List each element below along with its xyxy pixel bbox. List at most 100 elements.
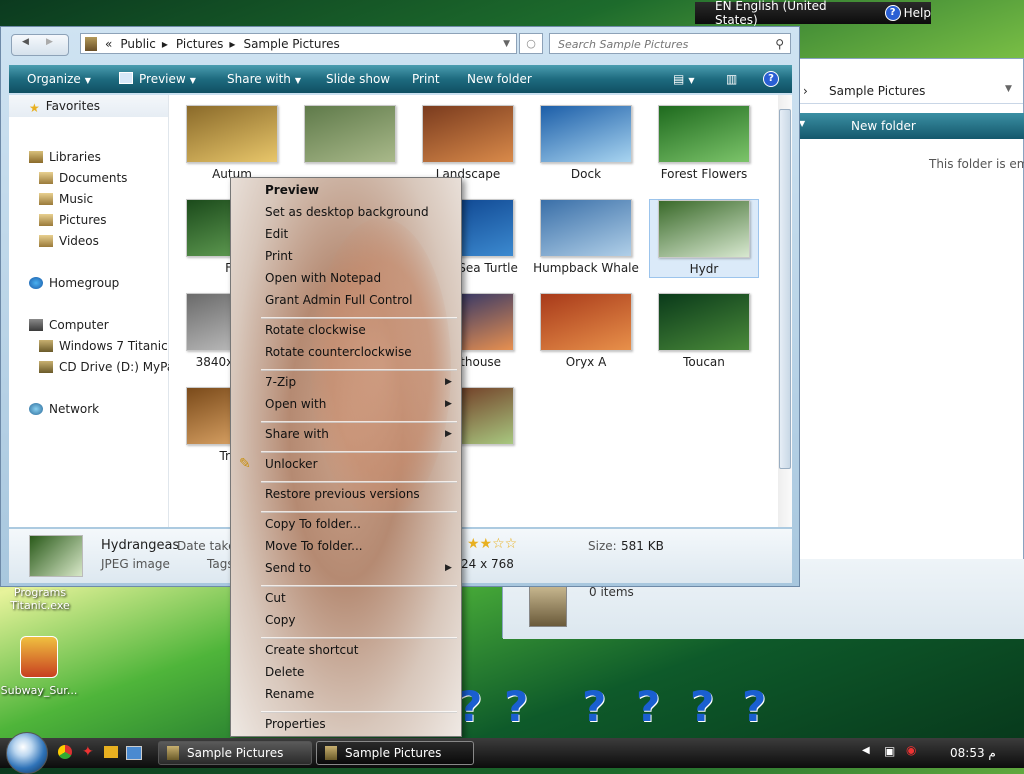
selected-file-type: JPEG image: [101, 557, 170, 571]
menu-open-with[interactable]: Open with: [265, 397, 326, 411]
desktop-icon-subway-surfers[interactable]: Subway_Sur...: [0, 636, 78, 697]
menu-copy-to-folder[interactable]: Copy To folder...: [265, 517, 361, 531]
browser-icon[interactable]: ✦: [82, 744, 94, 760]
scrollbar-thumb[interactable]: [779, 109, 791, 469]
breadcrumb-overflow[interactable]: «: [105, 37, 112, 51]
menu-rotate-clockwise[interactable]: Rotate clockwise: [265, 323, 366, 337]
forward-arrow-icon[interactable]: ▶: [46, 37, 53, 47]
rating-stars[interactable]: ★★☆☆: [467, 536, 517, 552]
refresh-button[interactable]: ○: [519, 33, 543, 54]
nav-documents[interactable]: Documents: [39, 171, 127, 185]
menu-share-with[interactable]: Share with: [265, 427, 329, 441]
chevron-down-icon[interactable]: ▼: [503, 39, 510, 49]
menu-delete[interactable]: Delete: [265, 665, 304, 679]
preview-button[interactable]: Preview ▼: [119, 72, 196, 86]
nav-pictures[interactable]: Pictures: [39, 213, 107, 227]
explorer-icon[interactable]: [126, 746, 142, 760]
file-thumbnail[interactable]: Landscape: [413, 105, 523, 182]
search-icon[interactable]: ⚲: [775, 37, 784, 51]
menu-restore-previous-versions[interactable]: Restore previous versions: [265, 487, 420, 501]
menu-move-to-folder[interactable]: Move To folder...: [265, 539, 363, 553]
folder-icon: [325, 746, 337, 760]
vertical-scrollbar[interactable]: [778, 95, 792, 527]
file-thumbnail[interactable]: Oryx A: [531, 293, 641, 370]
back-arrow-icon[interactable]: ◀: [22, 37, 29, 47]
slide-show-button[interactable]: Slide show: [326, 72, 390, 86]
menu-edit[interactable]: Edit: [265, 227, 288, 241]
media-icon[interactable]: [104, 746, 118, 758]
print-button[interactable]: Print: [412, 72, 440, 86]
file-thumbnail[interactable]: [295, 105, 405, 167]
show-hidden-icons-icon[interactable]: ◀: [862, 745, 870, 756]
breadcrumb-chevron-icon: ▸: [229, 36, 236, 51]
address-bar[interactable]: « Public ▸ Pictures ▸ Sample Pictures ▼: [80, 33, 517, 54]
file-thumbnail[interactable]: Humpback Whale: [531, 199, 641, 276]
nav-network[interactable]: Network: [29, 402, 99, 416]
nav-libraries[interactable]: Libraries: [29, 150, 101, 164]
breadcrumb-pictures[interactable]: Pictures: [176, 37, 224, 51]
menu-copy[interactable]: Copy: [265, 613, 295, 627]
file-thumbnail[interactable]: Autum: [177, 105, 287, 182]
menu-unlocker[interactable]: Unlocker: [265, 457, 318, 471]
background-new-folder-button[interactable]: New folder: [851, 119, 916, 133]
menu-separator: [261, 317, 457, 319]
background-breadcrumb[interactable]: Sample Pictures: [829, 84, 925, 98]
help-icon[interactable]: ?: [884, 5, 901, 21]
nav-videos[interactable]: Videos: [39, 234, 99, 248]
breadcrumb-public[interactable]: Public: [120, 37, 156, 51]
network-tray-icon[interactable]: ▣: [884, 744, 895, 758]
new-folder-button[interactable]: New folder: [467, 72, 532, 86]
breadcrumb-sample-pictures[interactable]: Sample Pictures: [243, 37, 339, 51]
change-view-icon[interactable]: ▤ ▼: [673, 72, 695, 86]
nav-homegroup[interactable]: Homegroup: [29, 276, 119, 290]
help-icon[interactable]: ?: [763, 71, 779, 87]
file-thumbnail[interactable]: Hydr: [649, 199, 759, 278]
menu-rename[interactable]: Rename: [265, 687, 314, 701]
search-input[interactable]: [556, 37, 760, 52]
nav-computer[interactable]: Computer: [29, 318, 109, 332]
thumbnail-image: [540, 293, 632, 351]
submenu-arrow-icon: ▶: [445, 377, 452, 387]
menu-print[interactable]: Print: [265, 249, 293, 263]
nav-favorites[interactable]: ★ Favorites: [29, 99, 100, 115]
folder-icon: [85, 36, 97, 51]
language-bar[interactable]: EN English (United States) ? Help: [695, 0, 931, 27]
thumbnail-image: [422, 105, 514, 163]
menu-cut[interactable]: Cut: [265, 591, 286, 605]
menu-properties[interactable]: Properties: [265, 717, 326, 731]
nav-music[interactable]: Music: [39, 192, 93, 206]
menu-set-desktop-background[interactable]: Set as desktop background: [265, 205, 429, 219]
menu-separator: [261, 451, 457, 453]
menu-preview[interactable]: Preview: [265, 183, 319, 197]
nav-drive-c[interactable]: Windows 7 Titanic E: [39, 339, 179, 353]
taskbar-button-sample-pictures-1[interactable]: Sample Pictures: [158, 741, 312, 765]
menu-7zip[interactable]: 7-Zip: [265, 375, 296, 389]
clock[interactable]: 08:53 م: [950, 746, 996, 760]
search-box[interactable]: ⚲: [549, 33, 791, 54]
menu-separator: [261, 585, 457, 587]
selected-file-name: Hydrangeas: [101, 538, 180, 553]
menu-create-shortcut[interactable]: Create shortcut: [265, 643, 358, 657]
preview-pane-icon[interactable]: ▥: [726, 72, 737, 86]
menu-background-image: [311, 218, 451, 518]
organize-button[interactable]: Organize ▼: [27, 72, 91, 86]
menu-rotate-counterclockwise[interactable]: Rotate counterclockwise: [265, 345, 412, 359]
menu-grant-admin[interactable]: Grant Admin Full Control: [265, 293, 412, 307]
taskbar-button-sample-pictures-2[interactable]: Sample Pictures: [316, 741, 474, 765]
menu-open-with-notepad[interactable]: Open with Notepad: [265, 271, 381, 285]
help-label[interactable]: Help: [904, 6, 931, 20]
chevron-down-icon[interactable]: ▼: [1005, 84, 1012, 94]
speaker-tray-icon[interactable]: ◉: [906, 743, 916, 757]
share-with-button[interactable]: Share with ▼: [227, 72, 301, 86]
desktop-icon-programs-titanic[interactable]: Programs Titanic.exe: [4, 586, 76, 612]
language-indicator[interactable]: EN English (United States): [715, 0, 873, 27]
star-icon: ★: [29, 101, 40, 115]
zip-archive-icon: [529, 585, 567, 627]
file-thumbnail[interactable]: Dock: [531, 105, 641, 182]
file-thumbnail[interactable]: Forest Flowers: [649, 105, 759, 182]
menu-send-to[interactable]: Send to: [265, 561, 311, 575]
file-thumbnail[interactable]: Toucan: [649, 293, 759, 370]
chrome-icon[interactable]: [58, 745, 72, 759]
back-forward-buttons[interactable]: ◀ ▶: [11, 34, 69, 56]
nav-drive-d[interactable]: CD Drive (D:) MyPal: [39, 360, 178, 374]
